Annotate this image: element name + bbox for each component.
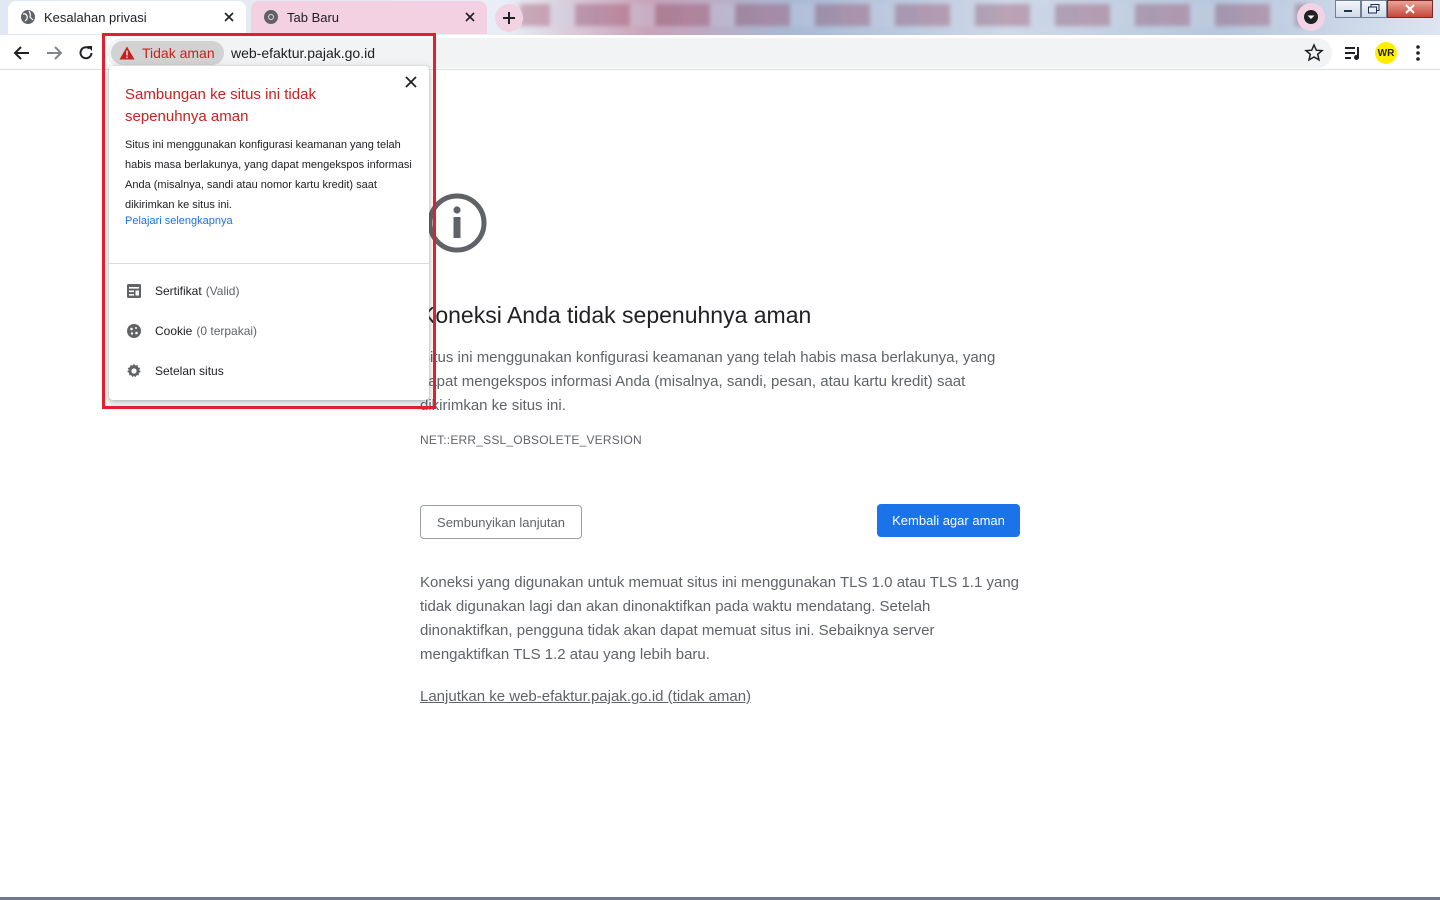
close-icon[interactable]: [220, 8, 238, 26]
certificate-row[interactable]: Sertifikat (Valid): [125, 279, 415, 303]
security-chip-label: Tidak aman: [142, 45, 215, 61]
back-button[interactable]: [8, 39, 36, 67]
tab-title: Kesalahan privasi: [44, 10, 147, 25]
tab-privacy-error[interactable]: Kesalahan privasi: [8, 1, 246, 34]
url-text[interactable]: web-efaktur.pajak.go.id: [231, 45, 375, 61]
back-to-safety-button[interactable]: Kembali agar aman: [877, 504, 1020, 537]
arrow-right-icon: [47, 46, 63, 60]
error-code: NET::ERR_SSL_OBSOLETE_VERSION: [420, 433, 642, 447]
playlist-icon: [1345, 47, 1359, 60]
gear-icon: [125, 362, 143, 380]
advanced-details-text: Koneksi yang digunakan untuk memuat situ…: [420, 574, 1020, 663]
divider: [109, 263, 429, 264]
bookmark-star-icon[interactable]: [1304, 43, 1324, 63]
popup-title: Sambungan ke situs ini tidak sepenuhnya …: [125, 86, 316, 125]
tab-new-tab[interactable]: Tab Baru: [251, 1, 487, 34]
restore-button[interactable]: [1361, 0, 1387, 18]
close-icon[interactable]: [403, 74, 419, 90]
avatar: WR: [1375, 42, 1397, 64]
arrow-left-icon: [13, 46, 29, 60]
cookie-status: (0 terpakai): [196, 324, 258, 338]
restore-icon: [1368, 4, 1380, 14]
more-vert-icon: [1416, 45, 1420, 61]
site-info-popup: Sambungan ke situs ini tidak sepenuhnya …: [109, 66, 429, 400]
page-description: Situs ini menggunakan konfigurasi keaman…: [420, 349, 996, 414]
chrome-icon: [264, 10, 278, 24]
minimize-button[interactable]: [1335, 0, 1361, 18]
site-settings-label: Setelan situs: [155, 364, 224, 378]
media-controls-button[interactable]: [1339, 39, 1367, 67]
globe-icon: [21, 10, 35, 24]
close-icon[interactable]: [461, 8, 479, 26]
hide-advanced-button[interactable]: Sembunyikan lanjutan: [420, 505, 582, 539]
tab-search-button[interactable]: [1297, 3, 1325, 31]
close-icon: [1405, 4, 1415, 14]
new-tab-button[interactable]: [495, 4, 523, 32]
tab-title: Tab Baru: [287, 10, 340, 25]
forward-button[interactable]: [40, 39, 68, 67]
minimize-icon: [1344, 10, 1352, 12]
reload-icon: [79, 46, 93, 60]
cookie-label: Cookie: [155, 324, 193, 338]
plus-icon: [503, 12, 515, 24]
address-bar[interactable]: Tidak aman web-efaktur.pajak.go.id: [107, 38, 1332, 68]
reload-button[interactable]: [72, 39, 100, 67]
profile-button[interactable]: WR: [1372, 39, 1400, 67]
certificate-label: Sertifikat: [155, 284, 202, 298]
popup-body: Situs ini menggunakan konfigurasi keaman…: [125, 139, 412, 211]
page-title: Koneksi Anda tidak sepenuhnya aman: [420, 302, 812, 328]
browser-window: { "tabs": [ {"title": "Kesalahan privasi…: [0, 0, 1440, 900]
certificate-status: (Valid): [205, 284, 240, 298]
certificate-icon: [125, 282, 143, 300]
window-controls: [1335, 0, 1433, 18]
chevron-down-icon: [1304, 10, 1318, 24]
learn-more-link[interactable]: Pelajari selengkapnya: [125, 215, 233, 227]
site-settings-row[interactable]: Setelan situs: [125, 359, 415, 383]
toolbar: Tidak aman web-efaktur.pajak.go.id WR: [0, 35, 1440, 70]
proceed-unsafe-link[interactable]: Lanjutkan ke web-efaktur.pajak.go.id (ti…: [420, 688, 751, 705]
menu-button[interactable]: [1404, 39, 1432, 67]
warning-icon: [119, 46, 135, 60]
security-chip[interactable]: Tidak aman: [111, 41, 224, 65]
cookie-icon: [125, 322, 143, 340]
close-window-button[interactable]: [1387, 0, 1433, 18]
cookie-row[interactable]: Cookie (0 terpakai): [125, 319, 415, 343]
info-icon: [427, 193, 487, 253]
